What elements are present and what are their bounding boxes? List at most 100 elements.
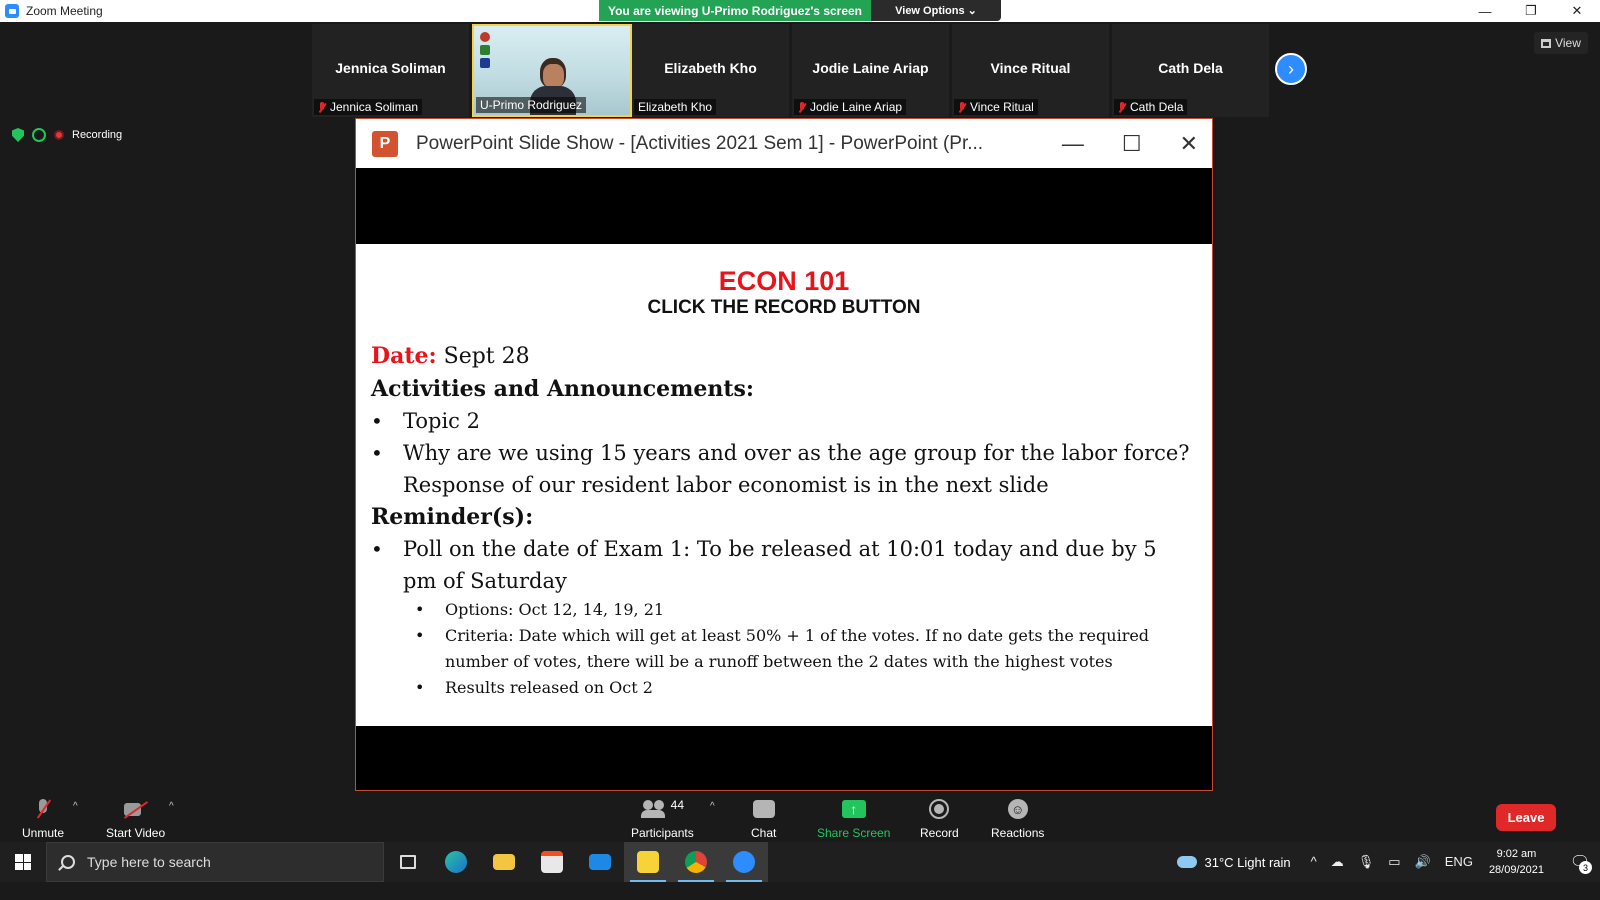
list-item: • Poll on the date of Exam 1: To be rele…: [371, 533, 1191, 597]
list-item: • Why are we using 15 years and over as …: [371, 437, 1191, 501]
bullet-icon: •: [371, 441, 383, 465]
start-video-label: Start Video: [106, 826, 166, 840]
sticky-notes-icon: [637, 851, 659, 873]
language-indicator[interactable]: ENG: [1445, 854, 1473, 870]
store-icon: [541, 851, 563, 873]
taskbar-app-file-explorer[interactable]: [480, 842, 528, 882]
participant-tile[interactable]: Cath Dela Cath Dela: [1112, 24, 1272, 117]
record-icon: [929, 799, 950, 819]
bullet-text: Poll on the date of Exam 1: To be releas…: [403, 537, 1157, 593]
weather-widget[interactable]: 31°C Light rain: [1176, 855, 1291, 870]
video-off-icon: [123, 801, 148, 817]
participants-chevron-icon[interactable]: ^: [710, 801, 715, 812]
ppt-maximize-button[interactable]: ☐: [1122, 131, 1142, 157]
view-button[interactable]: View: [1534, 32, 1588, 54]
meeting-status: Recording: [12, 128, 122, 142]
close-button[interactable]: ✕: [1554, 0, 1600, 22]
record-button[interactable]: Record: [920, 797, 959, 840]
share-screen-icon: ↑: [841, 800, 866, 818]
taskbar-clock[interactable]: 9:02 am 28/09/2021: [1489, 846, 1544, 878]
recording-icon: [54, 130, 64, 140]
participant-name: Vince Ritual: [970, 100, 1034, 114]
network-icon[interactable]: ▭: [1388, 854, 1400, 870]
slide-subtitle: CLICK THE RECORD BUTTON: [647, 297, 921, 318]
audio-options-chevron-icon[interactable]: ^: [73, 801, 78, 812]
taskbar-search-box[interactable]: Type here to search: [46, 842, 384, 882]
mic-muted-icon: [958, 101, 966, 113]
participants-count: 44: [670, 798, 685, 812]
participant-tile[interactable]: Elizabeth Kho Elizabeth Kho: [632, 24, 792, 117]
participant-display-name: Elizabeth Kho: [664, 60, 757, 76]
volume-icon[interactable]: 🔊: [1415, 854, 1431, 870]
unmute-label: Unmute: [22, 826, 65, 840]
notification-center-button[interactable]: 🗨 3: [1560, 842, 1600, 882]
share-indicator-icon: [480, 45, 490, 55]
participant-name-tag: Vince Ritual: [954, 99, 1038, 115]
participant-tile[interactable]: Jodie Laine Ariap Jodie Laine Ariap: [792, 24, 952, 117]
screen-indicator-icon: [480, 58, 490, 68]
mic-muted-icon: [37, 799, 49, 819]
participant-name: Elizabeth Kho: [638, 100, 713, 114]
participants-icon: [640, 800, 665, 818]
taskbar-app-edge[interactable]: [432, 842, 480, 882]
taskbar-app-store[interactable]: [528, 842, 576, 882]
bullet-text: Criteria: Date which will get at least 5…: [445, 626, 1150, 671]
show-hidden-icons-chevron-icon[interactable]: ^: [1311, 854, 1317, 870]
ppt-title-bar: P PowerPoint Slide Show - [Activities 20…: [356, 119, 1212, 168]
viewing-banner: You are viewing U-Primo Rodriguez's scre…: [599, 0, 871, 21]
participant-name-tag: Jodie Laine Ariap: [794, 99, 907, 115]
chat-button[interactable]: Chat: [751, 797, 776, 840]
taskbar-app-mail[interactable]: [576, 842, 624, 882]
participant-tile[interactable]: Vince Ritual Vince Ritual: [952, 24, 1112, 117]
microphone-icon[interactable]: 🎙: [1358, 854, 1375, 870]
share-screen-button[interactable]: ↑ Share Screen: [817, 797, 890, 840]
reactions-button[interactable]: ☺ Reactions: [991, 797, 1044, 840]
chat-label: Chat: [751, 826, 777, 840]
view-options-button[interactable]: View Options ⌄: [871, 0, 1001, 21]
date-line: Date: Sept 28: [371, 340, 1191, 373]
participants-label: Participants: [631, 826, 694, 840]
restore-button[interactable]: ❐: [1508, 0, 1554, 22]
ppt-close-button[interactable]: ✕: [1180, 131, 1198, 157]
participant-display-name: Jennica Soliman: [335, 60, 446, 76]
start-video-button[interactable]: Start Video: [106, 797, 165, 840]
bullet-text: Options: Oct 12, 14, 19, 21: [445, 600, 665, 619]
taskbar-app-sticky-notes[interactable]: [624, 842, 672, 882]
start-button[interactable]: [0, 842, 46, 882]
list-item: • Topic 2: [371, 405, 1191, 437]
window-controls: — ❐ ✕: [1462, 0, 1600, 22]
clock-date: 28/09/2021: [1488, 864, 1544, 876]
onedrive-icon[interactable]: ☁: [1331, 854, 1344, 870]
minimize-button[interactable]: —: [1462, 0, 1508, 22]
search-icon: [61, 855, 75, 869]
encryption-shield-icon[interactable]: [12, 128, 24, 142]
slide: ECON 101 CLICK THE RECORD BUTTON Date: S…: [356, 244, 1212, 726]
bullet-text: Why are we using 15 years and over as th…: [403, 441, 1190, 497]
unmute-button[interactable]: Unmute: [22, 797, 64, 840]
participant-name: Jodie Laine Ariap: [810, 100, 903, 114]
shared-screen-powerpoint: P PowerPoint Slide Show - [Activities 20…: [355, 118, 1213, 791]
recording-label: Recording: [72, 129, 123, 141]
mic-muted-icon: [1118, 101, 1126, 113]
folder-icon: [493, 854, 515, 870]
leave-button[interactable]: Leave: [1496, 804, 1556, 831]
cloud-rain-icon: [1176, 856, 1197, 868]
ppt-minimize-button[interactable]: —: [1062, 131, 1084, 157]
date-value: Sept 28: [443, 344, 530, 369]
chat-icon: [752, 800, 775, 818]
task-view-button[interactable]: [384, 842, 432, 882]
gallery-next-arrow-icon[interactable]: ›: [1275, 53, 1307, 85]
connection-icon[interactable]: [32, 128, 46, 142]
participant-display-name: Vince Ritual: [990, 60, 1071, 76]
participant-tile[interactable]: Jennica Soliman Jennica Soliman: [312, 24, 472, 117]
video-options-chevron-icon[interactable]: ^: [169, 801, 174, 812]
participant-tile-active-speaker[interactable]: U-Primo Rodriguez: [472, 24, 632, 117]
bullet-icon: •: [415, 678, 425, 697]
bullet-icon: •: [371, 537, 383, 561]
ppt-window-controls: — ☐ ✕: [1062, 119, 1198, 168]
taskbar-app-zoom[interactable]: [720, 842, 768, 882]
taskbar-app-chrome[interactable]: [672, 842, 720, 882]
grid-icon: [1541, 38, 1552, 48]
participants-button[interactable]: 44 Participants: [631, 797, 694, 840]
sub-list-item: • Results released on Oct 2: [371, 675, 1191, 701]
